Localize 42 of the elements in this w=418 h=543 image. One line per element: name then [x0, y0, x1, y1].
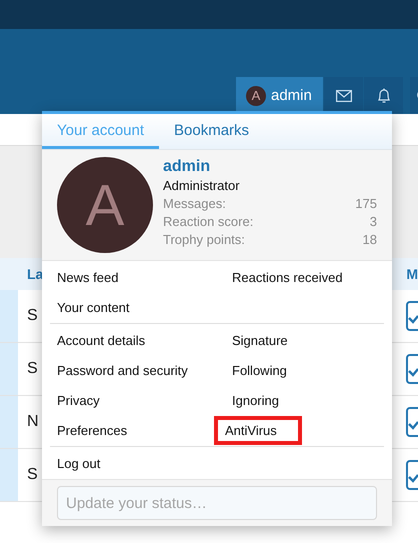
tab[interactable]: Bookmarks — [159, 114, 264, 149]
alerts-button[interactable] — [364, 77, 403, 114]
checkbox-icon[interactable] — [406, 301, 418, 331]
menu-link[interactable]: Your content — [46, 292, 141, 322]
inbox-button[interactable] — [324, 77, 363, 114]
avatar: A — [57, 157, 153, 253]
row-highlight — [0, 449, 18, 501]
menu-link[interactable]: Signature — [221, 326, 299, 354]
column-header: M — [406, 266, 418, 282]
username-link[interactable]: admin — [163, 157, 377, 177]
menu-link[interactable]: Preferences — [46, 416, 138, 444]
table-cell: S — [27, 466, 38, 484]
checkbox-icon[interactable] — [406, 460, 418, 490]
menu-link[interactable]: Privacy — [46, 386, 111, 414]
stat-value: 18 — [362, 231, 377, 249]
envelope-icon — [336, 90, 352, 102]
status-field[interactable]: Update your status… — [57, 486, 377, 520]
stat-label: Messages: — [163, 195, 226, 213]
checkbox-icon[interactable] — [406, 354, 418, 384]
stat-label: Trophy points: — [163, 231, 245, 249]
stat-label: Reaction score: — [163, 213, 254, 231]
stat-value: 3 — [370, 213, 377, 231]
row-highlight — [0, 290, 18, 342]
menu-link[interactable]: AntiVirus — [214, 416, 302, 444]
menu-link[interactable]: Log out — [46, 448, 112, 478]
menu-link[interactable]: Account details — [46, 326, 156, 354]
user-title: Administrator — [163, 177, 241, 195]
menu-link[interactable]: Ignoring — [221, 386, 290, 414]
menu-link[interactable]: Following — [221, 356, 298, 384]
bell-icon — [376, 88, 390, 104]
row-highlight — [0, 396, 18, 448]
table-cell: N — [27, 413, 39, 431]
table-cell: S — [27, 360, 38, 378]
menu-link[interactable]: Reactions received — [221, 262, 354, 292]
menu-link[interactable]: Password and security — [46, 356, 199, 384]
table-cell: S — [27, 307, 38, 325]
avatar-icon: A — [246, 86, 266, 106]
user-menu-button[interactable]: A admin — [236, 77, 323, 114]
stat-value: 175 — [355, 195, 377, 213]
row-highlight — [0, 343, 18, 395]
menu-link[interactable]: News feed — [46, 262, 130, 292]
checkbox-icon[interactable] — [406, 407, 418, 437]
